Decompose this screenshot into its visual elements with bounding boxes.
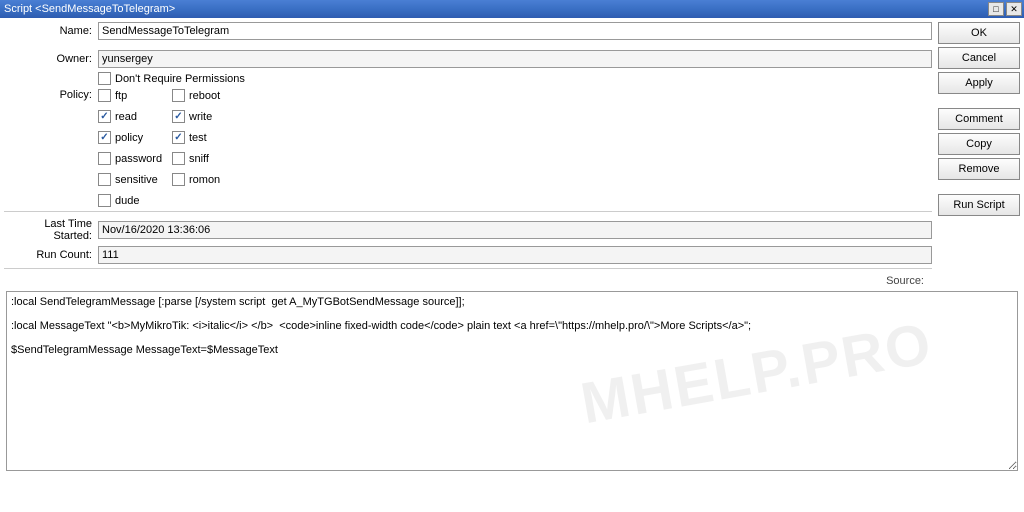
checkbox-icon — [98, 173, 111, 186]
checkbox-icon: ✓ — [98, 110, 111, 123]
policy-password-checkbox[interactable]: password — [98, 152, 172, 165]
run-script-button[interactable]: Run Script — [938, 194, 1020, 216]
titlebar: Script <SendMessageToTelegram> □ ✕ — [0, 0, 1024, 18]
policy-label: ftp — [115, 90, 127, 102]
comment-button[interactable]: Comment — [938, 108, 1020, 130]
policy-romon-checkbox[interactable]: romon — [172, 173, 246, 186]
checkbox-icon — [98, 72, 111, 85]
checkbox-icon — [98, 89, 111, 102]
policy-label: reboot — [189, 90, 220, 102]
policy-label: policy — [115, 132, 143, 144]
checkbox-icon: ✓ — [172, 131, 185, 144]
checkbox-icon — [98, 152, 111, 165]
policy-sniff-checkbox[interactable]: sniff — [172, 152, 246, 165]
policy-dude-checkbox[interactable]: dude — [98, 194, 172, 207]
cancel-button[interactable]: Cancel — [938, 47, 1020, 69]
policy-label: romon — [189, 174, 220, 186]
run-count-label: Run Count: — [4, 249, 98, 261]
policy-write-checkbox[interactable]: ✓ write — [172, 110, 246, 123]
policy-label: dude — [115, 195, 139, 207]
apply-button[interactable]: Apply — [938, 72, 1020, 94]
run-count-input — [98, 246, 932, 264]
form-area: Name: Owner: Don't Require Permissions P… — [4, 22, 932, 287]
owner-label: Owner: — [4, 53, 98, 65]
name-label: Name: — [4, 25, 98, 37]
checkbox-icon: ✓ — [98, 131, 111, 144]
copy-button[interactable]: Copy — [938, 133, 1020, 155]
policy-label: test — [189, 132, 207, 144]
policy-grid: ftp reboot ✓ read ✓ write ✓ policy ✓ test password… — [98, 89, 268, 207]
policy-test-checkbox[interactable]: ✓ test — [172, 131, 246, 144]
button-sidebar: OK Cancel Apply Comment Copy Remove Run … — [938, 22, 1020, 287]
checkbox-icon — [172, 89, 185, 102]
name-input[interactable] — [98, 22, 932, 40]
source-label: Source: — [4, 275, 932, 287]
maximize-button[interactable]: □ — [988, 2, 1004, 16]
dont-require-label: Don't Require Permissions — [115, 73, 245, 85]
policy-label: write — [189, 111, 212, 123]
last-time-input — [98, 221, 932, 239]
policy-ftp-checkbox[interactable]: ftp — [98, 89, 172, 102]
source-textarea[interactable] — [6, 291, 1018, 471]
ok-button[interactable]: OK — [938, 22, 1020, 44]
policy-label: sniff — [189, 153, 209, 165]
owner-input — [98, 50, 932, 68]
checkbox-icon — [172, 152, 185, 165]
policy-label: read — [115, 111, 137, 123]
policy-label: sensitive — [115, 174, 158, 186]
policy-reboot-checkbox[interactable]: reboot — [172, 89, 246, 102]
checkbox-icon — [98, 194, 111, 207]
policy-label: password — [115, 153, 162, 165]
policy-policy-checkbox[interactable]: ✓ policy — [98, 131, 172, 144]
window-title: Script <SendMessageToTelegram> — [4, 3, 986, 15]
policy-read-checkbox[interactable]: ✓ read — [98, 110, 172, 123]
close-button[interactable]: ✕ — [1006, 2, 1022, 16]
checkbox-icon: ✓ — [172, 110, 185, 123]
last-time-label: Last Time Started: — [4, 218, 98, 242]
checkbox-icon — [172, 173, 185, 186]
dont-require-checkbox[interactable]: Don't Require Permissions — [98, 72, 245, 85]
policy-label: Policy: — [4, 89, 98, 101]
remove-button[interactable]: Remove — [938, 158, 1020, 180]
policy-sensitive-checkbox[interactable]: sensitive — [98, 173, 172, 186]
